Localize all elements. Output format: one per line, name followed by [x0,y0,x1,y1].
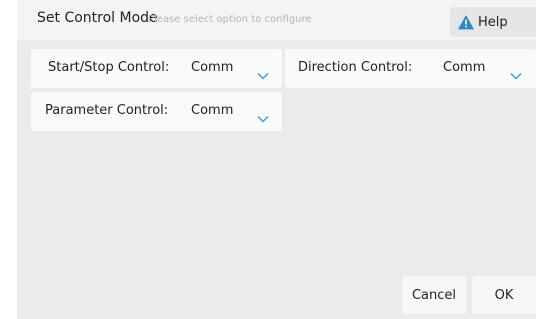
warning-triangle-icon [458,14,474,30]
parameter-control-field: Parameter Control: Comm [31,92,282,131]
help-button[interactable]: Help [450,7,536,37]
direction-control-field: Direction Control: Comm [285,49,536,88]
start-stop-control-select[interactable]: Comm [191,51,275,86]
direction-control-label: Direction Control: [298,60,413,75]
ok-button[interactable]: OK [472,276,536,314]
chevron-down-icon [257,108,269,127]
dialog-subtitle: Please select option to configure [148,14,312,25]
dialog-title: Set Control Mode [37,10,158,26]
parameter-control-label: Parameter Control: [45,103,169,118]
start-stop-control-value: Comm [191,60,234,75]
parameter-control-value: Comm [191,103,234,118]
parameter-control-select[interactable]: Comm [191,94,275,129]
help-label: Help [478,14,508,30]
chevron-down-icon [257,65,269,84]
chevron-down-icon [510,65,522,84]
dialog-header: Set Control Mode Please select option to… [17,0,536,40]
start-stop-control-label: Start/Stop Control: [48,60,170,75]
start-stop-control-field: Start/Stop Control: Comm [31,49,282,88]
direction-control-select[interactable]: Comm [443,51,527,86]
direction-control-value: Comm [443,60,486,75]
cancel-button[interactable]: Cancel [402,276,466,314]
control-mode-dialog: Set Control Mode Please select option to… [17,0,536,319]
